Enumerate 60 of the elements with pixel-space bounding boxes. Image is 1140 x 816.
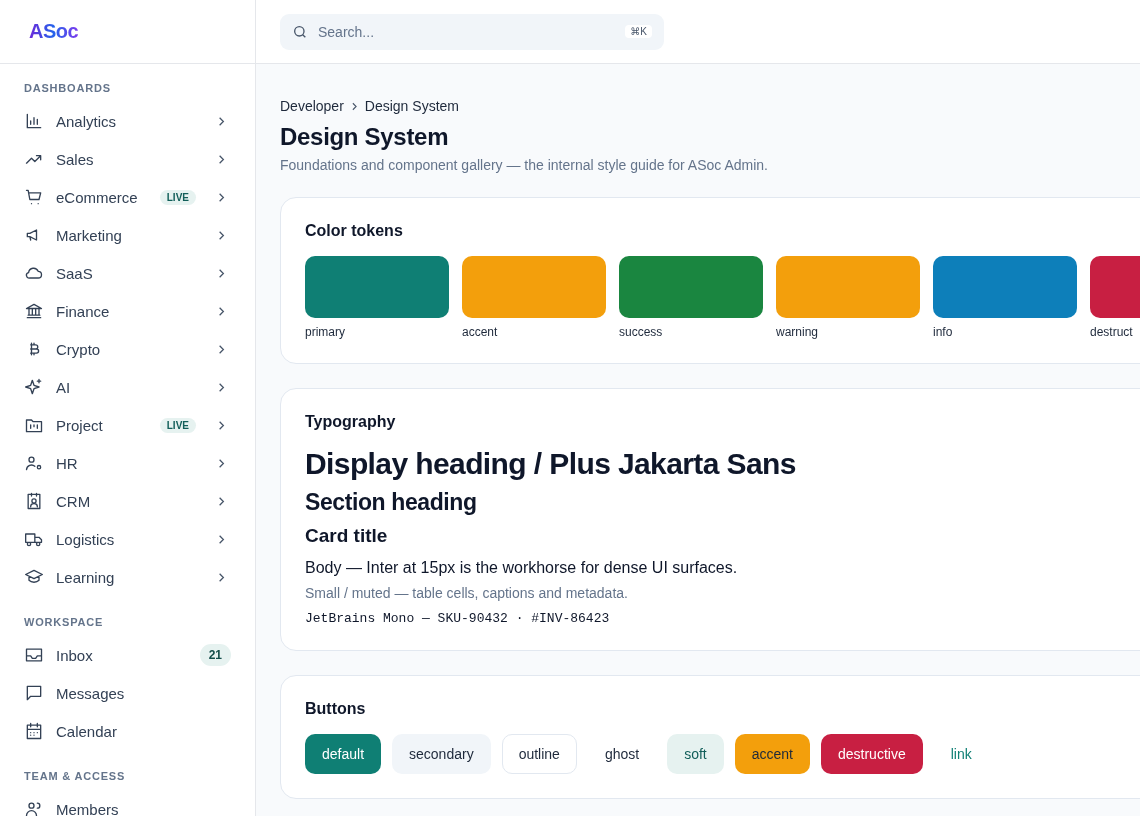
sidebar-item[interactable]: Analytics — [24, 102, 231, 140]
type-sample: Display heading / Plus Jakarta Sans — [305, 447, 797, 481]
search-field[interactable]: Search... ⌘K — [280, 13, 664, 50]
sidebar-item[interactable]: Sales — [24, 140, 231, 178]
token-name: warning — [776, 325, 820, 339]
token-name: accent — [462, 325, 499, 339]
sample-button[interactable]: destructive — [821, 734, 923, 774]
token-name: info — [933, 325, 954, 339]
sidebar-item[interactable]: Finance — [24, 292, 231, 330]
page-subtitle: Foundations and component gallery — the internal style guide for ASoc Admin. — [280, 157, 769, 173]
card-title: Color tokens — [305, 222, 404, 240]
live-badge: LIVE — [159, 417, 196, 433]
sidebar-item[interactable]: Messages — [24, 674, 231, 712]
card-title: Typography — [305, 413, 397, 431]
sidebar-item[interactable]: SaaS — [24, 254, 231, 292]
nav-icon — [24, 683, 44, 703]
page-title: Design System — [280, 123, 450, 151]
count-badge: 21 — [199, 644, 231, 666]
section-title: WORKSPACE — [24, 616, 105, 630]
token-name: primary — [305, 325, 346, 339]
nav-icon — [24, 187, 44, 207]
nav-icon — [24, 111, 44, 131]
search-icon — [292, 23, 308, 40]
sample-button[interactable]: accent — [734, 734, 810, 774]
sample-button[interactable]: outline — [501, 734, 577, 774]
sidebar-item[interactable]: Logistics — [24, 520, 231, 558]
sidebar-item[interactable]: Calendar — [24, 712, 231, 750]
type-sample: Section heading — [305, 489, 478, 516]
sample-button[interactable]: secondary — [392, 734, 491, 774]
card-title: Buttons — [305, 700, 367, 718]
sample-button[interactable]: ghost — [587, 734, 657, 774]
sidebar-item[interactable]: Members — [24, 790, 231, 816]
type-sample: Body — Inter at 15px is the workhorse for dense UI surfaces. — [305, 559, 739, 577]
nav-icon — [24, 301, 44, 321]
sidebar-item[interactable]: eCommerce LIVE — [24, 178, 231, 216]
sidebar-item[interactable]: HR — [24, 444, 231, 482]
nav-icon — [24, 721, 44, 741]
link[interactable]: link — [933, 734, 989, 774]
section-title: TEAM & ACCESS — [24, 770, 127, 784]
live-badge: LIVE — [159, 189, 196, 205]
breadcrumb-item[interactable]: Developer — [280, 98, 344, 114]
sidebar-item[interactable]: Crypto — [24, 330, 231, 368]
token-name: destruct — [1090, 325, 1134, 339]
sample-button[interactable]: default — [305, 734, 382, 774]
sample-button[interactable]: soft — [667, 734, 724, 774]
sidebar-item[interactable]: Inbox 21 — [24, 636, 231, 674]
token-name: success — [619, 325, 664, 339]
sidebar-item[interactable]: Project LIVE — [24, 406, 231, 444]
shortcut-key: ⌘K — [625, 25, 652, 38]
breadcrumb-item: Design System — [364, 98, 459, 114]
sidebar-item[interactable]: Marketing — [24, 216, 231, 254]
nav-icon — [24, 377, 44, 397]
type-sample: Card title — [305, 525, 389, 547]
sidebar-item[interactable]: AI — [24, 368, 231, 406]
search-input[interactable]: Search... — [316, 22, 626, 41]
type-sample: Small / muted — table cells, captions and metadata. — [305, 585, 629, 601]
type-sample: JetBrains Mono — SKU-90432 · #INV-86423 — [305, 611, 611, 626]
section-title: DASHBOARDS — [24, 82, 112, 96]
sidebar-item[interactable]: Learning — [24, 558, 231, 596]
sidebar-item[interactable]: CRM — [24, 482, 231, 520]
